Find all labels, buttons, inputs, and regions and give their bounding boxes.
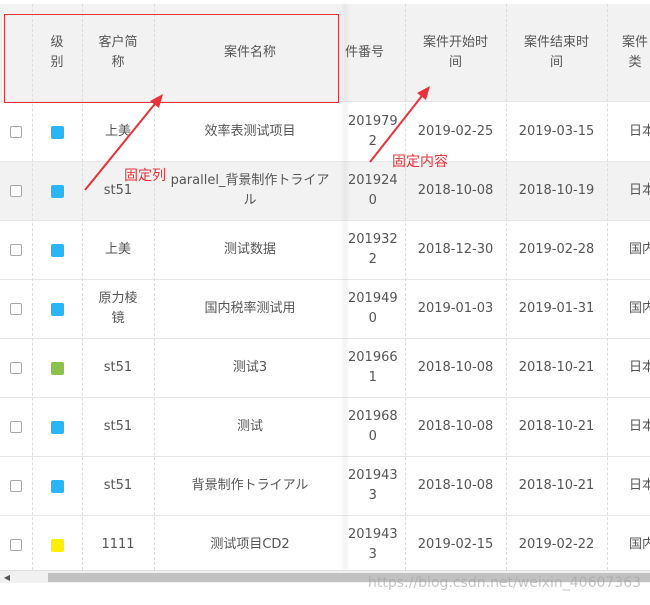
table-row[interactable]: st51 背景制作トライアル 201943 3 2018-10-08 2018-10-2… [0,457,650,516]
case-name-cell: 测试 [236,419,263,434]
case-no-cell: 201949 0 [348,291,398,326]
start-date-cell: 2018-10-08 [417,419,494,434]
column-divider [405,4,406,570]
level-color-swatch [50,125,64,139]
header-case-no[interactable]: 件番号 [345,4,405,102]
case-name-cell: 效率表测试项目 [204,124,296,139]
case-type-cell: 日本 [629,478,650,493]
table-row[interactable]: 上美 效率表测试项目 201979 2 2019-02-25 2019-03-15 日本 [0,103,650,162]
end-date-cell: 2018-10-21 [518,360,595,375]
case-no-cell: 201932 2 [348,232,398,267]
start-date-cell: 2018-10-08 [417,478,494,493]
level-color-swatch [50,184,64,198]
table-row[interactable]: 上美 测试数据 201932 2 2018-12-30 2019-02-28 国内 [0,221,650,280]
client-cell: 1111 [101,537,135,552]
row-checkbox-cell[interactable] [0,398,32,456]
level-cell [32,516,82,574]
table-row[interactable]: 原力棱 镜 国内税率测试用 201949 0 2019-01-03 2019-01-31… [0,280,650,339]
level-color-swatch [50,243,64,257]
level-cell [32,398,82,456]
case-type-cell: 国内 [629,537,650,552]
level-cell [32,457,82,515]
table-row[interactable]: 1111 测试项目CD2 201943 3 2019-02-15 2019-02-22 国… [0,516,650,575]
level-cell [32,103,82,161]
table-row[interactable]: st51 parallel_背景制作トライア ル 201924 0 2018-10-0… [0,162,650,221]
header-start-time[interactable]: 案件开始时 间 [405,4,506,102]
level-cell [32,280,82,338]
client-cell: 上美 [104,242,131,257]
row-checkbox[interactable] [10,421,22,433]
end-date-cell: 2019-02-22 [518,537,595,552]
case-no-cell: 201968 0 [348,409,398,444]
row-checkbox-cell[interactable] [0,339,32,397]
row-checkbox-cell[interactable] [0,103,32,161]
end-date-cell: 2019-01-31 [518,301,595,316]
level-cell [32,221,82,279]
case-name-cell: 测试数据 [223,242,276,257]
row-checkbox[interactable] [10,126,22,138]
row-checkbox-cell[interactable] [0,516,32,574]
label-fixed-content: 固定内容 [392,154,448,170]
row-checkbox[interactable] [10,303,22,315]
client-cell: 上美 [104,124,131,139]
row-checkbox[interactable] [10,244,22,256]
start-date-cell: 2019-01-03 [417,301,494,316]
case-name-cell: 测试3 [232,360,268,375]
client-cell: st51 [103,478,133,493]
end-date-cell: 2018-10-19 [518,183,595,198]
case-name-cell: 背景制作トライアル [191,478,309,493]
table-row[interactable]: st51 测试3 201966 1 2018-10-08 2018-10-21 日本 [0,339,650,398]
row-checkbox-cell[interactable] [0,162,32,220]
case-no-cell: 201966 1 [348,350,398,385]
level-color-swatch [50,479,64,493]
column-divider [506,4,507,570]
header-end-time[interactable]: 案件结束时 间 [506,4,607,102]
end-date-cell: 2018-10-21 [518,478,595,493]
case-no-cell: 201943 3 [348,468,398,503]
level-cell [32,339,82,397]
row-checkbox-cell[interactable] [0,221,32,279]
row-checkbox-cell[interactable] [0,280,32,338]
case-type-cell: 日本 [629,360,650,375]
start-date-cell: 2018-10-08 [417,360,494,375]
start-date-cell: 2018-12-30 [417,242,494,257]
case-type-cell: 国内 [629,242,650,257]
case-type-cell: 日本 [629,419,650,434]
end-date-cell: 2018-10-21 [518,419,595,434]
client-cell: st51 [103,419,133,434]
column-divider [607,4,608,570]
case-no-cell: 201943 3 [348,527,398,562]
row-checkbox[interactable] [10,362,22,374]
client-cell: 原力棱 镜 [98,291,138,326]
start-date-cell: 2019-02-15 [417,537,494,552]
level-color-swatch [50,302,64,316]
row-checkbox[interactable] [10,480,22,492]
end-date-cell: 2019-03-15 [518,124,595,139]
case-name-cell: 国内税率测试用 [204,301,296,316]
client-cell: st51 [103,360,133,375]
case-type-cell: 日本 [629,124,650,139]
label-fixed-columns: 固定列 [124,168,166,184]
case-name-cell: 测试项目CD2 [210,537,290,552]
row-checkbox[interactable] [10,539,22,551]
header-case-type[interactable]: 案件 类 [607,4,650,102]
fixed-columns-highlight-box [4,14,339,103]
level-color-swatch [50,361,64,375]
table-row[interactable]: st51 测试 201968 0 2018-10-08 2018-10-21 日本 [0,398,650,457]
scroll-left-arrow-icon[interactable]: ◀ [0,571,14,583]
level-color-swatch [50,538,64,552]
watermark: https://blog.csdn.net/weixin_40607363 [368,575,642,591]
end-date-cell: 2019-02-28 [518,242,595,257]
level-cell [32,162,82,220]
level-color-swatch [50,420,64,434]
case-type-cell: 日本 [629,183,650,198]
case-type-cell: 国内 [629,301,650,316]
case-name-cell: parallel_背景制作トライア ル [170,173,330,208]
row-checkbox-cell[interactable] [0,457,32,515]
row-checkbox[interactable] [10,185,22,197]
